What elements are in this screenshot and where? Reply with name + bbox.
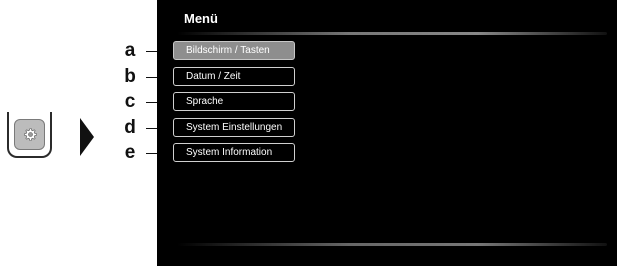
title-divider	[177, 32, 607, 35]
menu-item-system-information[interactable]: System Information	[173, 143, 295, 162]
gear-icon	[23, 127, 37, 141]
menu-title: Menü	[184, 11, 218, 26]
menu-item-datum-zeit[interactable]: Datum / Zeit	[173, 67, 295, 86]
bottom-divider	[177, 243, 607, 246]
gear-button-face	[14, 119, 45, 150]
play-arrow-icon	[80, 118, 94, 156]
menu-item-system-einstellungen[interactable]: System Einstellungen	[173, 118, 295, 137]
menu-item-bildschirm-tasten[interactable]: Bildschirm / Tasten	[173, 41, 295, 60]
device-screen: Menü Bildschirm / Tasten Datum / Zeit Sp…	[157, 0, 617, 266]
menu-item-sprache[interactable]: Sprache	[173, 92, 295, 111]
label-letter-e: e	[124, 142, 136, 163]
label-letter-c: c	[124, 91, 136, 112]
label-letter-b: b	[124, 66, 136, 87]
label-letter-a: a	[124, 40, 136, 61]
label-letter-d: d	[124, 117, 136, 138]
device-menu-button[interactable]	[7, 112, 52, 158]
